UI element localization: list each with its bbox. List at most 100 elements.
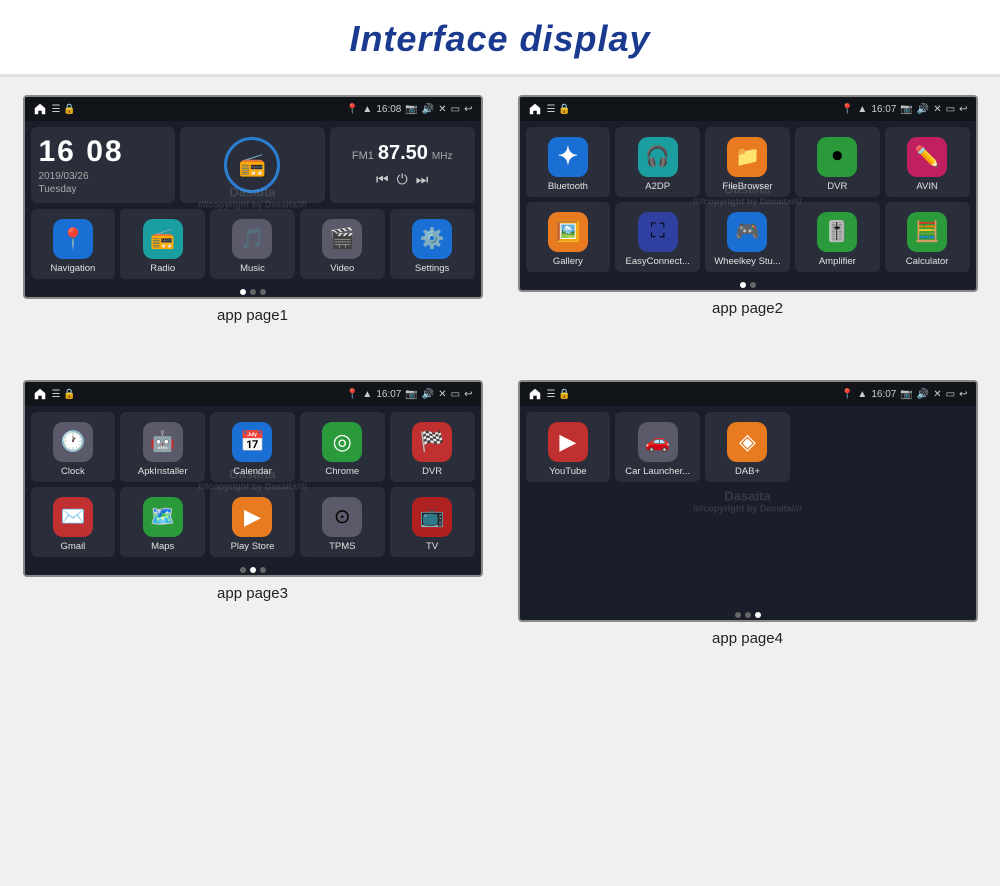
status-left-p2: ☰ 🔒 [528,102,571,116]
app-a2dp[interactable]: 🎧 A2DP [615,127,700,197]
location-icon-p4: 📍 [841,389,853,400]
music-icon: 🎵 [232,219,272,259]
app-easyconnect[interactable]: ⛶ EasyConnect... [615,202,700,272]
next-btn[interactable]: ⏭ [416,171,429,188]
app-playstore[interactable]: ▶ Play Store [210,487,295,557]
app-amplifier[interactable]: 🎚️ Amplifier [795,202,880,272]
app-navigation[interactable]: 📍 Navigation [31,209,116,279]
app-gmail[interactable]: ✉️ Gmail [31,487,116,557]
prev-btn[interactable]: ⏮ [376,171,389,188]
x-icon-p2: ✕ [933,104,941,115]
gmail-label: Gmail [60,541,85,552]
page4-apps: ▶ YouTube 🚗 Car Launcher... ◈ DAB+ [520,406,976,488]
dabplus-icon: ◈ [727,422,767,462]
location-icon-p2: 📍 [841,104,853,115]
app-music[interactable]: 🎵 Music [210,209,295,279]
calendar-icon: 📅 [232,422,272,462]
screen-page2: ☰ 🔒 📍 ▲ 16:07 📷 🔊 ✕ ▭ ↩ ✦ Bluetooth [509,95,986,362]
youtube-icon: ▶ [548,422,588,462]
app-radio[interactable]: 📻 Radio [120,209,205,279]
app-wheelkey[interactable]: 🎮 Wheelkey Stu... [705,202,790,272]
status-right-p4: 📍 ▲ 16:07 📷 🔊 ✕ ▭ ↩ [841,389,968,400]
screen-page3: ☰ 🔒 📍 ▲ 16:07 📷 🔊 ✕ ▭ ↩ 🕐 Clock [14,380,491,647]
rect-icon-p1: ▭ [451,104,460,115]
home-icon-p3[interactable] [33,387,47,401]
vol-icon-p1: 🔊 [422,104,434,115]
youtube-label: YouTube [549,466,586,477]
playstore-label: Play Store [231,541,275,552]
fm-freq: 87.50 [378,142,428,165]
wheelkey-icon: 🎮 [727,212,767,252]
tpms-icon: ⊙ [322,497,362,537]
app-dvr-p3[interactable]: 🏁 DVR [390,412,475,482]
dot-3-p4 [755,612,761,618]
gallery-label: Gallery [553,256,583,267]
settings-icon: ⚙️ [412,219,452,259]
wifi-icon-p1: ▲ [362,104,372,115]
clock-label: Clock [61,466,85,477]
status-left-p1: ☰ 🔒 [33,102,76,116]
home-icon-p2[interactable] [528,102,542,116]
clock-icon: 🕐 [53,422,93,462]
app-dvr-p2[interactable]: ⏺ DVR [795,127,880,197]
app-bluetooth[interactable]: ✦ Bluetooth [526,127,611,197]
app-filebrowser[interactable]: 📁 FileBrowser [705,127,790,197]
android-screen-page3: ☰ 🔒 📍 ▲ 16:07 📷 🔊 ✕ ▭ ↩ 🕐 Clock [23,380,483,577]
app-chrome[interactable]: ◎ Chrome [300,412,385,482]
apk-label: ApkInstaller [138,466,188,477]
app-apkinstaller[interactable]: 🤖 ApkInstaller [120,412,205,482]
app-clock[interactable]: 🕐 Clock [31,412,116,482]
status-right-p1: 📍 ▲ 16:08 📷 🔊 ✕ ▭ ↩ [346,104,473,115]
app-video[interactable]: 🎬 Video [300,209,385,279]
app-settings[interactable]: ⚙️ Settings [390,209,475,279]
app-dabplus[interactable]: ◈ DAB+ [705,412,790,482]
tv-label: TV [426,541,438,552]
app-calendar[interactable]: 📅 Calendar [210,412,295,482]
status-bar-page3: ☰ 🔒 📍 ▲ 16:07 📷 🔊 ✕ ▭ ↩ [25,382,481,406]
app-carlauncher[interactable]: 🚗 Car Launcher... [615,412,700,482]
radio-label: Radio [150,263,175,274]
status-right-p3: 📍 ▲ 16:07 📷 🔊 ✕ ▭ ↩ [346,389,473,400]
dot-2-p1 [250,289,256,295]
dot-2-p3 [250,567,256,573]
app-calculator[interactable]: 🧮 Calculator [885,202,970,272]
app-gallery[interactable]: 🖼️ Gallery [526,202,611,272]
radio-app-icon: 📻 [143,219,183,259]
header: Interface display [0,0,1000,77]
fm-controls: ⏮ ⏻ ⏭ [376,171,428,188]
back-icon-p2: ↩ [959,104,967,115]
page1-top: 16 08 2019/03/26 Tuesday 📻 FM1 87.50 MHz [25,121,481,206]
radio-icon: 📻 [239,152,266,178]
screen-label-p2: app page2 [712,300,783,317]
menu-icon-p4: ☰ 🔒 [547,389,571,400]
home-icon-p4[interactable] [528,387,542,401]
back-icon-p3: ↩ [464,389,472,400]
bluetooth-label: Bluetooth [548,181,588,192]
dot-1-p2 [740,282,746,288]
wifi-icon-p2: ▲ [857,104,867,115]
tpms-label: TPMS [329,541,355,552]
page-title: Interface display [0,18,1000,60]
navigation-icon: 📍 [53,219,93,259]
empty-cell-1 [795,412,880,482]
dvr-p3-label: DVR [422,466,442,477]
app-maps[interactable]: 🗺️ Maps [120,487,205,557]
app-avin[interactable]: ✏️ AVIN [885,127,970,197]
app-tv[interactable]: 📺 TV [390,487,475,557]
power-btn[interactable]: ⏻ [397,171,408,188]
camera-icon-p3: 📷 [405,389,417,400]
chrome-icon: ◎ [322,422,362,462]
wheelkey-label: Wheelkey Stu... [714,256,781,267]
menu-icon-p2: ☰ 🔒 [547,104,571,115]
home-icon-p1[interactable] [33,102,47,116]
app-youtube[interactable]: ▶ YouTube [526,412,611,482]
calculator-icon: 🧮 [907,212,947,252]
calendar-label: Calendar [233,466,272,477]
time-p3: 16:07 [376,389,401,400]
location-icon-p3: 📍 [346,389,358,400]
chrome-label: Chrome [325,466,359,477]
bluetooth-icon: ✦ [548,137,588,177]
app-tpms[interactable]: ⊙ TPMS [300,487,385,557]
dot-1-p4 [735,612,741,618]
avin-label: AVIN [916,181,937,192]
